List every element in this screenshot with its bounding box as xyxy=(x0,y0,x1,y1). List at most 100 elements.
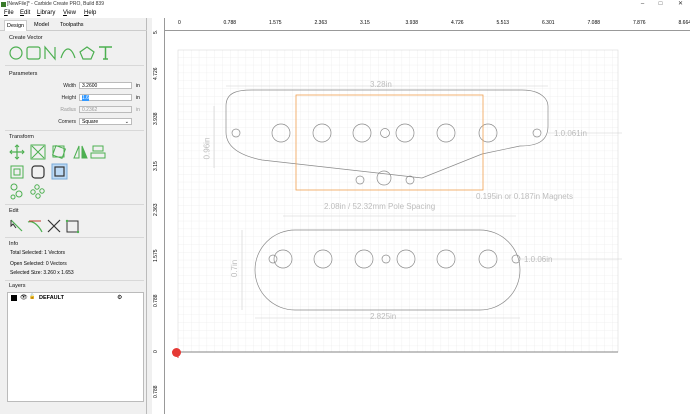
canvas-drawing xyxy=(172,49,622,358)
ruler-tick-label: 1.575 xyxy=(153,248,159,262)
ruler-tick-label: 5.513 xyxy=(496,20,510,26)
tab-model[interactable]: Model xyxy=(32,20,51,30)
create-vector-title: Create Vector xyxy=(9,35,43,41)
height-unit: in xyxy=(136,95,140,101)
dim-bottom-height: 0.7in xyxy=(230,259,240,278)
mirror-icon[interactable] xyxy=(73,145,88,159)
info-title: Info xyxy=(9,241,19,247)
ruler-corner xyxy=(152,18,164,30)
window-title: [NewFile]* - Carbide Create PRO, Build 8… xyxy=(7,1,104,7)
dim-pole-spacing: 2.08in / 52.32mm Pole Spacing xyxy=(324,202,436,211)
text-tool-icon[interactable] xyxy=(99,46,112,60)
radius-unit: in xyxy=(136,107,140,113)
offset-icon[interactable] xyxy=(10,165,24,179)
corners-value: Square xyxy=(82,119,99,125)
rotate-icon[interactable] xyxy=(51,144,67,160)
cut-icon[interactable] xyxy=(47,219,61,233)
divider xyxy=(5,65,144,66)
dim-magnets: 0.195in or 0.187in Magnets xyxy=(476,192,573,201)
divider xyxy=(5,237,144,238)
divider xyxy=(5,280,144,281)
transform-title: Transform xyxy=(9,134,34,140)
round-icon[interactable] xyxy=(31,165,45,179)
height-label: Height xyxy=(61,95,76,101)
scale-icon[interactable] xyxy=(30,144,46,160)
info-total-selected: Total Selected: 1 Vectors xyxy=(10,250,66,256)
curve-tool-icon[interactable] xyxy=(60,48,76,59)
tab-bar: Design Model Toolpaths xyxy=(0,20,147,31)
circle-tool-icon[interactable] xyxy=(9,46,23,60)
ruler-tick-label: 7.088 xyxy=(587,20,601,26)
layer-color-swatch[interactable] xyxy=(11,295,17,301)
ruler-tick-label: 7.876 xyxy=(633,20,646,26)
ruler-tick-label: 0.788 xyxy=(153,294,159,307)
ruler-tick-label: 4.726 xyxy=(451,20,464,26)
app-icon xyxy=(1,2,6,7)
move-icon[interactable] xyxy=(9,144,25,160)
create-vector-tools xyxy=(9,45,112,61)
node-edit-icon[interactable] xyxy=(10,219,23,232)
edit-tools xyxy=(10,219,80,234)
height-input[interactable]: 1.6 xyxy=(79,94,132,101)
ruler-tick-label: 0.788 xyxy=(153,385,159,398)
width-label: Width xyxy=(63,83,76,89)
layer-row[interactable]: 👁 🔓 DEFAULT ⚙ xyxy=(9,294,142,303)
tab-design[interactable]: Design xyxy=(4,20,28,31)
boolean-icon[interactable] xyxy=(51,163,68,180)
dim-top-width: 3.28in xyxy=(370,80,392,89)
divider xyxy=(5,130,144,131)
polyline-tool-icon[interactable] xyxy=(44,45,56,61)
divider xyxy=(5,204,144,205)
corners-label: Corners xyxy=(58,119,76,125)
join-icon[interactable] xyxy=(65,219,80,234)
circle-array-icon[interactable] xyxy=(10,183,23,200)
radius-input[interactable]: 0.2362 xyxy=(79,106,132,113)
trim-icon[interactable] xyxy=(27,220,43,233)
dim-bottom-right: 1.0.06in xyxy=(524,255,553,264)
align-icon[interactable] xyxy=(90,145,106,159)
maximize-button[interactable]: □ xyxy=(654,0,667,9)
eye-icon[interactable]: 👁 xyxy=(20,294,28,301)
info-open-selected: Open Selected: 0 Vectors xyxy=(10,261,67,267)
menu-file[interactable]: File xyxy=(4,10,14,17)
grid-array-icon[interactable] xyxy=(30,184,45,199)
radius-label: Radius xyxy=(60,107,76,113)
origin-marker-icon xyxy=(172,348,181,357)
edit-title: Edit xyxy=(9,208,19,214)
left-panel: Design Model Toolpaths Create Vector Par… xyxy=(0,18,147,414)
layers-title: Layers xyxy=(9,283,26,289)
width-input[interactable]: 3.2600 xyxy=(79,82,132,89)
menu-library[interactable]: Library xyxy=(37,10,55,17)
ruler-tick-label: 0 xyxy=(153,349,159,353)
info-selected-size: Selected Size: 3.260 x 1.653 xyxy=(10,270,74,276)
gear-icon[interactable]: ⚙ xyxy=(117,294,122,301)
design-canvas[interactable]: 3.28in 0.96in 1.0.061in 2.08in / 52.32mm… xyxy=(152,18,690,414)
lock-icon[interactable]: 🔓 xyxy=(29,294,35,300)
chevron-down-icon: ⌄ xyxy=(124,119,129,125)
dim-bottom-width: 2.825in xyxy=(370,312,397,321)
menu-bar: File Edit Library View Help xyxy=(0,9,690,18)
ruler-tick-label: 3.15 xyxy=(153,160,159,171)
dim-top-right: 1.0.061in xyxy=(554,129,587,138)
corners-select[interactable]: Square ⌄ xyxy=(79,118,132,125)
close-button[interactable]: ✕ xyxy=(674,0,687,9)
polygon-tool-icon[interactable] xyxy=(79,46,95,60)
minimize-button[interactable]: – xyxy=(636,0,649,9)
ruler-tick-label: 0 xyxy=(178,20,181,26)
ruler-tick-label: 4.726 xyxy=(153,66,159,80)
rectangle-tool-icon[interactable] xyxy=(26,46,41,60)
height-value: 1.6 xyxy=(82,95,89,101)
ruler-tick-label: 6.301 xyxy=(542,20,555,26)
ruler-tick-label: 2.363 xyxy=(314,20,328,26)
ruler-tick-label: 3.938 xyxy=(405,20,419,26)
menu-edit[interactable]: Edit xyxy=(20,10,30,17)
menu-view[interactable]: View xyxy=(63,10,76,17)
ruler-tick-label: 3.938 xyxy=(153,112,159,125)
dim-top-height: 0.96in xyxy=(202,137,212,160)
tab-toolpaths[interactable]: Toolpaths xyxy=(58,20,86,30)
layers-list: 👁 🔓 DEFAULT ⚙ xyxy=(7,292,144,402)
width-unit: in xyxy=(136,83,140,89)
menu-help[interactable]: Help xyxy=(84,10,96,17)
vertical-ruler: 5.514.7263.9383.152.3631.5750.78800.788 xyxy=(152,18,165,414)
title-bar: [NewFile]* - Carbide Create PRO, Build 8… xyxy=(0,0,690,9)
